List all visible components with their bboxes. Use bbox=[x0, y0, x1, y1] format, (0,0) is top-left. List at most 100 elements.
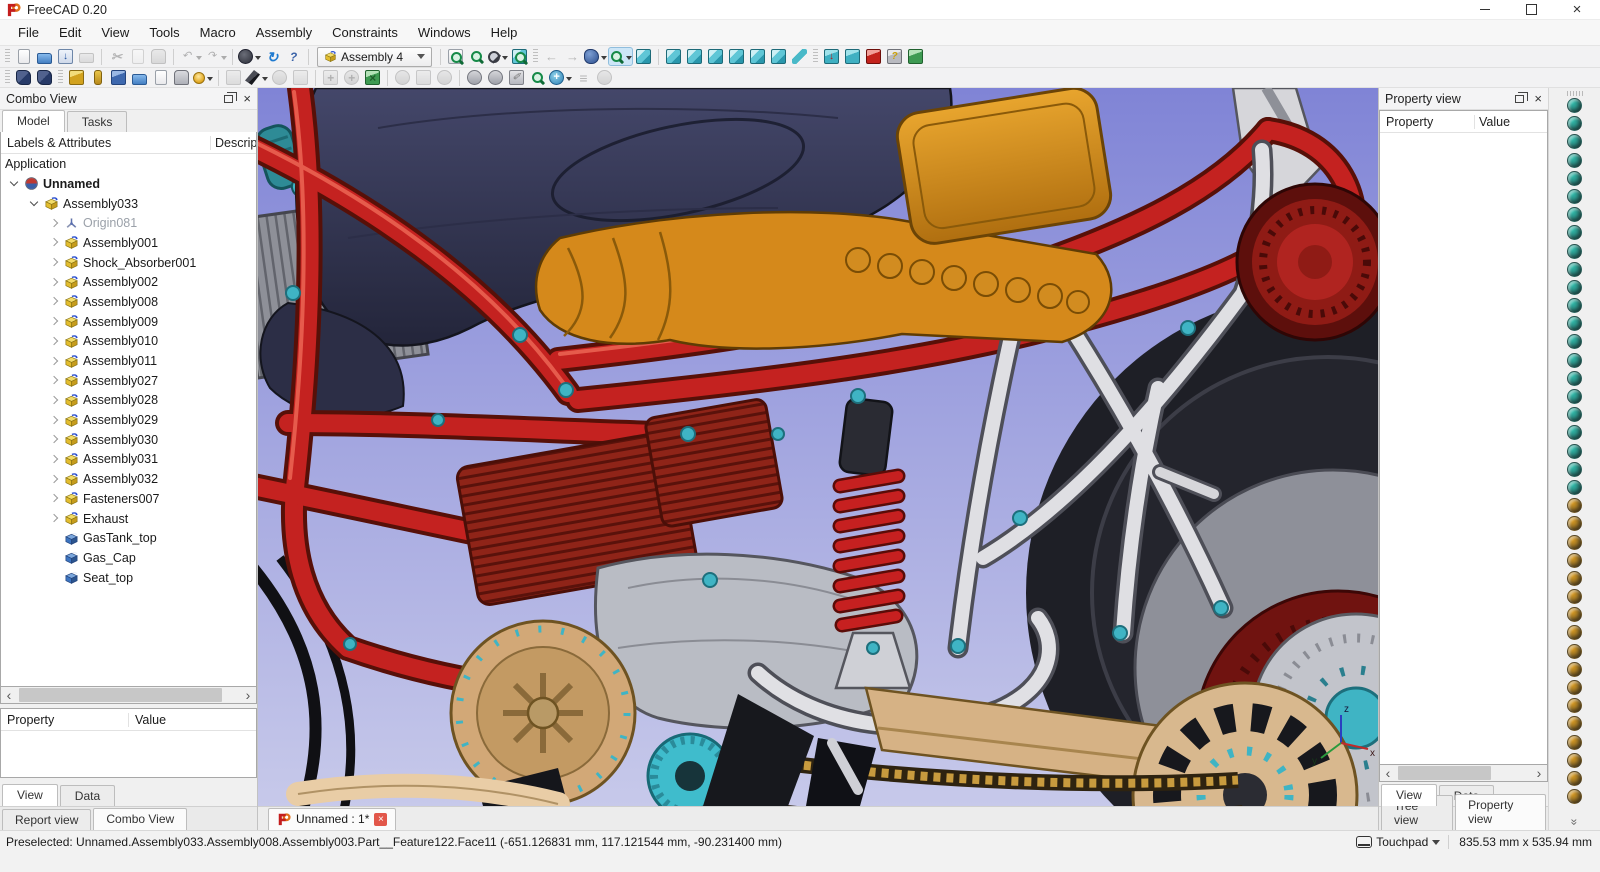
menu-file[interactable]: File bbox=[8, 22, 49, 43]
save-button[interactable] bbox=[55, 47, 76, 66]
gold-fastener-icon[interactable] bbox=[1567, 643, 1582, 659]
tab-data[interactable]: Data bbox=[59, 785, 116, 806]
chevron-right-icon[interactable] bbox=[47, 236, 62, 250]
gold-fastener-icon[interactable] bbox=[1567, 680, 1582, 695]
scroll-right-icon[interactable] bbox=[240, 687, 256, 703]
import-datum-button[interactable] bbox=[150, 68, 171, 87]
3d-viewport[interactable]: z x y bbox=[258, 88, 1378, 806]
tree-item-assembly027[interactable]: Assembly027 bbox=[1, 371, 256, 391]
tree-item-seat-top[interactable]: Seat_top bbox=[1, 568, 256, 588]
property-column-header[interactable]: Property bbox=[1380, 114, 1475, 129]
close-button[interactable] bbox=[1554, 0, 1600, 19]
zoom-tool-button[interactable] bbox=[608, 47, 633, 66]
toolbar-grip[interactable] bbox=[5, 49, 10, 64]
chevron-right-icon[interactable] bbox=[47, 393, 62, 407]
tab-combo-view[interactable]: Combo View bbox=[93, 808, 188, 830]
chevron-right-icon[interactable] bbox=[47, 354, 62, 368]
flip-vertical-button[interactable] bbox=[34, 68, 55, 87]
paste-button[interactable] bbox=[148, 47, 169, 66]
value-column-header[interactable]: Value bbox=[1475, 115, 1547, 129]
toolbar-grip[interactable] bbox=[58, 70, 63, 85]
sync-view-button[interactable] bbox=[509, 47, 530, 66]
menu-assembly[interactable]: Assembly bbox=[246, 22, 322, 43]
tab-report-view[interactable]: Report view bbox=[2, 809, 92, 830]
gold-fastener-icon[interactable] bbox=[1567, 570, 1582, 586]
insert-shape-button[interactable] bbox=[108, 68, 129, 87]
teal-fastener-icon[interactable] bbox=[1567, 170, 1582, 186]
tab-view[interactable]: View bbox=[2, 784, 58, 806]
scrollbar-thumb[interactable] bbox=[1398, 766, 1491, 780]
gold-fastener-icon[interactable] bbox=[1567, 661, 1582, 677]
toolbar-grip[interactable] bbox=[533, 49, 538, 64]
property-horizontal-scrollbar[interactable] bbox=[1379, 765, 1548, 782]
teal-fastener-icon[interactable] bbox=[1567, 352, 1582, 368]
measure-distance-button[interactable] bbox=[789, 47, 810, 66]
gold-fastener-icon[interactable] bbox=[1567, 734, 1582, 750]
cut-button[interactable]: ✂ bbox=[106, 47, 127, 66]
explode-button[interactable] bbox=[341, 68, 362, 87]
chevron-right-icon[interactable] bbox=[47, 512, 62, 526]
teal-fastener-icon[interactable] bbox=[1567, 407, 1582, 423]
chevron-right-icon[interactable] bbox=[47, 334, 62, 348]
tree-item-assembly029[interactable]: Assembly029 bbox=[1, 410, 256, 430]
close-document-icon[interactable] bbox=[374, 812, 388, 826]
teal-fastener-icon[interactable] bbox=[1567, 243, 1582, 259]
gold-fastener-icon[interactable] bbox=[1567, 770, 1582, 786]
chevron-right-icon[interactable] bbox=[47, 216, 62, 230]
refresh-button[interactable] bbox=[262, 47, 283, 66]
flip-horizontal-button[interactable] bbox=[13, 68, 34, 87]
teal-fastener-icon[interactable] bbox=[1567, 316, 1582, 332]
teal-fastener-icon[interactable] bbox=[1567, 461, 1582, 477]
assembly-config-button[interactable] bbox=[905, 47, 926, 66]
tree-item-assembly002[interactable]: Assembly002 bbox=[1, 272, 256, 292]
column-labels[interactable]: Labels & Attributes bbox=[1, 135, 211, 150]
tree-item-assembly030[interactable]: Assembly030 bbox=[1, 430, 256, 450]
lock-rotation-button[interactable] bbox=[290, 68, 311, 87]
view-rear-button[interactable] bbox=[726, 47, 747, 66]
add-variant-button[interactable] bbox=[548, 68, 573, 87]
move-part-button[interactable] bbox=[244, 68, 269, 87]
menu-help[interactable]: Help bbox=[481, 22, 528, 43]
nav-forward-button[interactable] bbox=[562, 47, 583, 66]
maximize-button[interactable] bbox=[1508, 0, 1554, 19]
tree-item-assembly032[interactable]: Assembly032 bbox=[1, 469, 256, 489]
chevron-right-icon[interactable] bbox=[47, 472, 62, 486]
gold-fastener-icon[interactable] bbox=[1567, 716, 1582, 732]
parts-list-button[interactable] bbox=[573, 68, 594, 87]
teal-fastener-icon[interactable] bbox=[1567, 389, 1582, 404]
undo-button[interactable] bbox=[178, 47, 203, 66]
tree-item-gastank-top[interactable]: GasTank_top bbox=[1, 528, 256, 548]
tree-item-unnamed[interactable]: Unnamed bbox=[1, 174, 256, 194]
chevron-right-icon[interactable] bbox=[47, 413, 62, 427]
recompute-button[interactable] bbox=[237, 47, 262, 66]
gold-fastener-icon[interactable] bbox=[1567, 516, 1582, 532]
toolbar-grip[interactable] bbox=[1566, 91, 1583, 96]
redo-button[interactable] bbox=[203, 47, 228, 66]
gold-fastener-icon[interactable] bbox=[1567, 552, 1582, 568]
smart-attach-button[interactable] bbox=[192, 68, 214, 87]
close-panel-icon[interactable] bbox=[243, 92, 251, 105]
assembly-update-button[interactable] bbox=[842, 47, 863, 66]
inspect-button[interactable] bbox=[527, 68, 548, 87]
teal-fastener-icon[interactable] bbox=[1567, 152, 1582, 168]
tree-item-assembly001[interactable]: Assembly001 bbox=[1, 233, 256, 253]
gold-fastener-icon[interactable] bbox=[1567, 698, 1582, 714]
chevron-right-icon[interactable] bbox=[47, 275, 62, 289]
teal-fastener-icon[interactable] bbox=[1567, 134, 1582, 150]
whatsthis-button[interactable] bbox=[283, 47, 304, 66]
tree-item-fasteners007[interactable]: Fasteners007 bbox=[1, 489, 256, 509]
teal-fastener-icon[interactable] bbox=[1567, 225, 1582, 241]
tree-item-exhaust[interactable]: Exhaust bbox=[1, 509, 256, 529]
open-shape-button[interactable] bbox=[129, 68, 150, 87]
tab-tasks[interactable]: Tasks bbox=[66, 111, 128, 132]
teal-fastener-icon[interactable] bbox=[1567, 116, 1582, 132]
assembly-solve-button[interactable] bbox=[821, 47, 842, 66]
scroll-left-icon[interactable] bbox=[1, 687, 17, 703]
property-column-header[interactable]: Property bbox=[1, 712, 129, 727]
gold-fastener-icon[interactable] bbox=[1567, 625, 1582, 641]
view-isometric-button[interactable] bbox=[633, 47, 654, 66]
view-left-button[interactable] bbox=[768, 47, 789, 66]
nav-style-selector[interactable]: Touchpad bbox=[1356, 835, 1441, 849]
gold-fastener-icon[interactable] bbox=[1567, 589, 1582, 605]
menu-windows[interactable]: Windows bbox=[408, 22, 481, 43]
